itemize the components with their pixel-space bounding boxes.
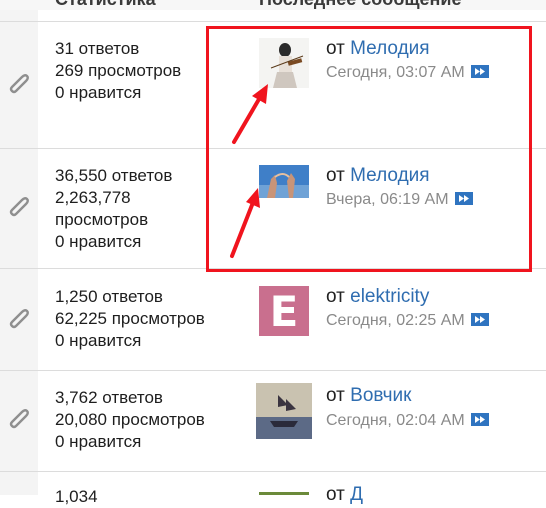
likes-count: 0 нравится (55, 83, 142, 102)
replies-count: 31 ответов (55, 39, 140, 58)
last-post-time: Сегодня, 02:04 AM (326, 412, 489, 430)
last-post-time: Сегодня, 02:25 AM (326, 312, 489, 330)
goto-last-post-icon[interactable] (470, 413, 489, 427)
thread-stats: 3,762 ответов 20,080 просмотров 0 нравит… (55, 387, 205, 453)
replies-count: 3,762 ответов (55, 388, 163, 407)
last-post-column-header: Последнее сообщение (259, 0, 462, 10)
replies-count: 1,250 ответов (55, 287, 163, 306)
nature-avatar[interactable] (259, 487, 309, 495)
last-post-author: от Д (326, 484, 364, 505)
column-headers: Статистика Последнее сообщение (0, 0, 546, 10)
last-post-author: от elektricity (326, 286, 430, 307)
thread-stats: 36,550 ответов 2,263,778 просмотров 0 нр… (55, 165, 172, 253)
likes-count: 0 нравится (55, 331, 142, 350)
author-link[interactable]: Вовчик (350, 385, 411, 406)
views-count: 2,263,778 (55, 188, 131, 207)
paperclip-icon (9, 409, 29, 429)
last-post-author: от Вовчик (326, 385, 412, 406)
goto-last-post-icon[interactable] (470, 313, 489, 327)
views-label: просмотров (55, 210, 149, 229)
paperclip-icon (9, 197, 29, 217)
views-count: 62,225 просмотров (55, 309, 205, 328)
thread-stats: 1,034 (55, 486, 98, 508)
stats-column-header: Статистика (55, 0, 156, 10)
author-link[interactable]: elektricity (350, 286, 429, 307)
replies-count: 1,034 (55, 487, 98, 506)
likes-count: 0 нравится (55, 232, 142, 251)
row-divider (0, 471, 546, 472)
annotation-arrow (230, 188, 260, 258)
paperclip-icon (9, 309, 29, 329)
row-divider (0, 21, 546, 22)
replies-count: 36,550 ответов (55, 166, 173, 185)
paperclip-icon (9, 74, 29, 94)
annotation-arrow (232, 84, 268, 144)
thread-stats: 1,250 ответов 62,225 просмотров 0 нравит… (55, 286, 205, 352)
views-count: 269 просмотров (55, 61, 182, 80)
row-divider (0, 370, 546, 371)
letter-e-avatar[interactable]: E (259, 286, 309, 336)
thread-stats: 31 ответов 269 просмотров 0 нравится (55, 38, 181, 104)
likes-count: 0 нравится (55, 432, 142, 451)
ship-avatar[interactable] (256, 383, 312, 439)
views-count: 20,080 просмотров (55, 410, 205, 429)
